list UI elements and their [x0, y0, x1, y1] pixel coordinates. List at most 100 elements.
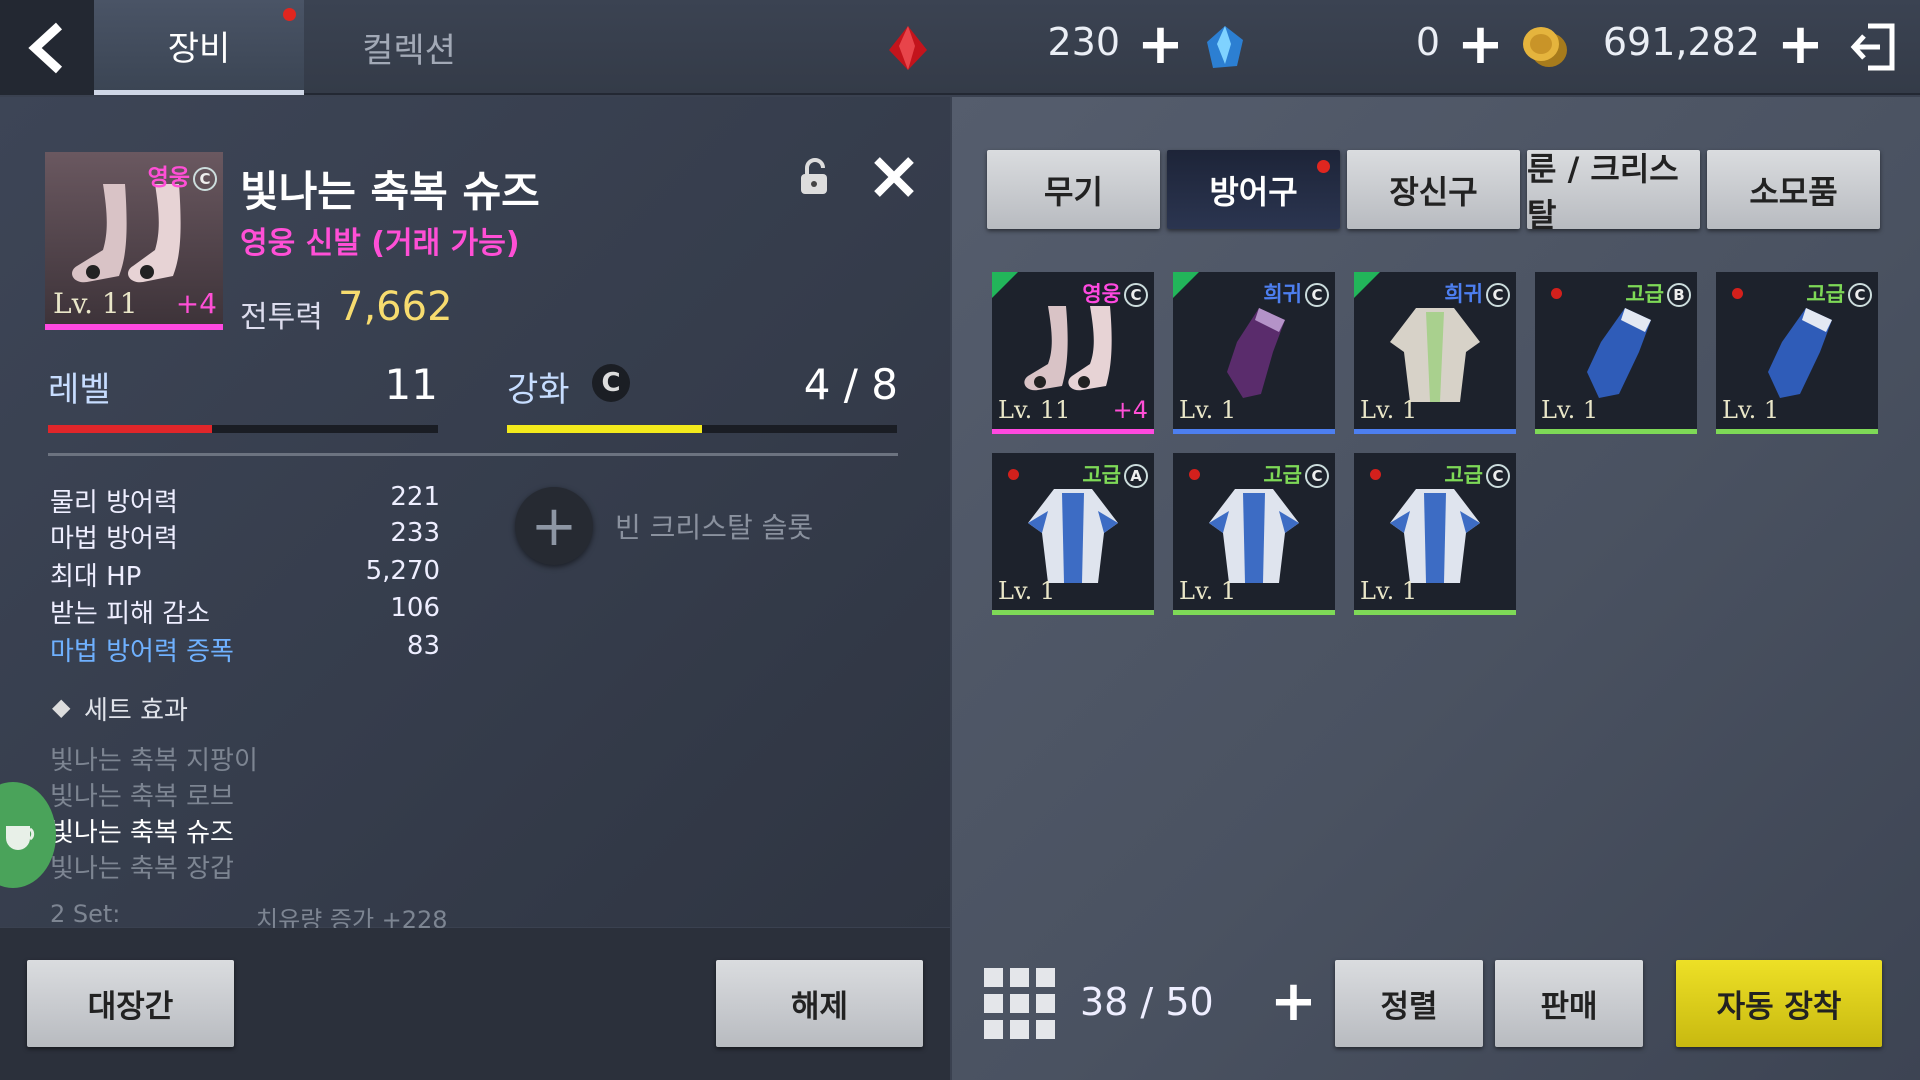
- auto-equip-button[interactable]: 자동 장착: [1676, 960, 1882, 1047]
- category-tab[interactable]: 방어구: [1167, 150, 1340, 229]
- level-label: 레벨: [48, 370, 111, 410]
- grade-letter: C: [1848, 283, 1872, 307]
- power-label: 전투력: [240, 300, 323, 335]
- inventory-capacity: 38 / 50: [1080, 980, 1214, 1024]
- slot-level: Lv. 1: [998, 577, 1056, 605]
- slot-enhance: +4: [1112, 396, 1148, 424]
- stat-name: 마법 방어력 증폭: [50, 637, 234, 667]
- grade-letter: C: [1305, 464, 1329, 488]
- grade-bar: [992, 429, 1154, 434]
- slot-level: Lv. 1: [1360, 396, 1418, 424]
- divider: [48, 453, 898, 456]
- slot-level: Lv. 1: [1541, 396, 1599, 424]
- grade-badge: 고급 A: [1082, 459, 1148, 489]
- close-icon[interactable]: [873, 156, 915, 198]
- stat-row: 받는 피해 감소 106: [50, 593, 440, 630]
- notification-dot: [1551, 288, 1562, 299]
- grade-letter: B: [1667, 283, 1691, 307]
- slot-level: Lv. 1: [1179, 577, 1237, 605]
- back-arrow-icon: [28, 22, 63, 73]
- glove-purple-icon: [1199, 302, 1309, 406]
- add-gold-button[interactable]: +: [1777, 17, 1824, 73]
- stat-row: 최대 HP 5,270: [50, 556, 440, 593]
- tab-equipment[interactable]: 장비: [94, 0, 304, 95]
- notification-dot: [1189, 469, 1200, 480]
- notification-dot: [1370, 469, 1381, 480]
- back-button[interactable]: [0, 0, 94, 95]
- grade-bar: [1354, 429, 1516, 434]
- sell-button[interactable]: 판매: [1495, 960, 1643, 1047]
- set-item: 빛나는 축복 지팡이: [50, 746, 258, 776]
- grade-text: 고급: [1263, 463, 1302, 487]
- item-portrait: 영웅 C Lv. 11 +4: [45, 152, 223, 330]
- stat-name: 물리 방어력: [50, 488, 178, 518]
- set-item: 빛나는 축복 슈즈: [50, 818, 234, 848]
- inventory-slot[interactable]: 고급 C Lv. 1: [1354, 453, 1516, 615]
- category-tab-label: 룬 / 크리스탈: [1527, 149, 1679, 234]
- notification-dot: [1732, 288, 1743, 299]
- grid-view-icon[interactable]: [984, 968, 1056, 1040]
- upgrade-label: 강화: [507, 370, 570, 410]
- expand-inventory-button[interactable]: +: [1270, 974, 1317, 1030]
- glove-blue-icon: [1742, 302, 1852, 406]
- slot-level: Lv. 1: [1722, 396, 1780, 424]
- grade-letter: C: [1486, 464, 1510, 488]
- add-crystal-button[interactable]: +: [1457, 17, 1504, 73]
- inventory-slot[interactable]: 고급 C Lv. 1: [1173, 453, 1335, 615]
- set-item: 빛나는 축복 장갑: [50, 854, 234, 884]
- exit-icon[interactable]: [1850, 22, 1896, 72]
- grade-letter: C: [1486, 283, 1510, 307]
- forge-button[interactable]: 대장간: [27, 960, 234, 1047]
- grade-badge: 고급 C: [1263, 459, 1329, 489]
- red-gem-icon: [889, 26, 927, 70]
- grade-badge: 고급 B: [1625, 278, 1691, 308]
- blue-crystal-icon: [1207, 26, 1243, 68]
- category-tab[interactable]: 소모품: [1707, 150, 1880, 229]
- stat-row: 마법 방어력 233: [50, 518, 440, 555]
- category-tab[interactable]: 룬 / 크리스탈: [1527, 150, 1700, 234]
- grade-text: 영웅: [1082, 282, 1121, 306]
- sort-button[interactable]: 정렬: [1335, 960, 1483, 1047]
- add-crystal-slot-button[interactable]: +: [515, 487, 593, 565]
- category-tab[interactable]: 무기: [987, 150, 1160, 229]
- stat-row: 마법 방어력 증폭 83: [50, 631, 440, 668]
- inventory-slot[interactable]: 고급 B Lv. 1: [1535, 272, 1697, 434]
- grade-letter: C: [1305, 283, 1329, 307]
- item-subtitle: 영웅 신발 (거래 가능): [240, 226, 520, 261]
- inventory-slot[interactable]: 희귀 C Lv. 1: [1173, 272, 1335, 434]
- release-button[interactable]: 해제: [716, 960, 923, 1047]
- boots-icon: [1018, 302, 1128, 406]
- inventory-slot[interactable]: 고급 A Lv. 1: [992, 453, 1154, 615]
- tab-collection[interactable]: 컬렉션: [304, 0, 514, 95]
- category-tab-label: 장신구: [1389, 172, 1478, 211]
- grade-bar: [45, 324, 223, 330]
- add-gem-button[interactable]: +: [1137, 17, 1184, 73]
- grade-badge: 고급 C: [1444, 459, 1510, 489]
- stat-name: 마법 방어력: [50, 524, 178, 554]
- category-tab[interactable]: 장신구: [1347, 150, 1520, 229]
- gold-count: 691,282: [1602, 20, 1760, 64]
- grade-text: 고급: [1806, 282, 1845, 306]
- inventory-slot[interactable]: 고급 C Lv. 1: [1716, 272, 1878, 434]
- new-item-marker: [1354, 272, 1380, 298]
- tab-collection-label: 컬렉션: [362, 31, 456, 71]
- new-item-marker: [1173, 272, 1199, 298]
- tea-cup-icon: [6, 826, 35, 850]
- inventory-slot[interactable]: 영웅 C Lv. 11 +4: [992, 272, 1154, 434]
- boots-icon: [72, 184, 181, 283]
- stat-name: 받는 피해 감소: [50, 599, 211, 629]
- set-bullet-icon: ◆: [52, 693, 71, 721]
- new-item-marker: [992, 272, 1018, 298]
- inventory-slot[interactable]: 희귀 C Lv. 1: [1354, 272, 1516, 434]
- stat-value: 221: [390, 482, 440, 512]
- grade-badge: 영웅 C: [1082, 278, 1148, 308]
- stat-row: 물리 방어력 221: [50, 482, 440, 519]
- glove-blue-icon: [1561, 302, 1671, 406]
- lock-open-icon[interactable]: [798, 158, 832, 196]
- level-value: 11: [384, 360, 438, 409]
- tab-equipment-label: 장비: [167, 28, 231, 69]
- item-level: Lv. 11: [53, 287, 138, 320]
- grade-bar: [1354, 610, 1516, 615]
- grade-text: 희귀: [1444, 282, 1483, 306]
- grade-text: 희귀: [1263, 282, 1302, 306]
